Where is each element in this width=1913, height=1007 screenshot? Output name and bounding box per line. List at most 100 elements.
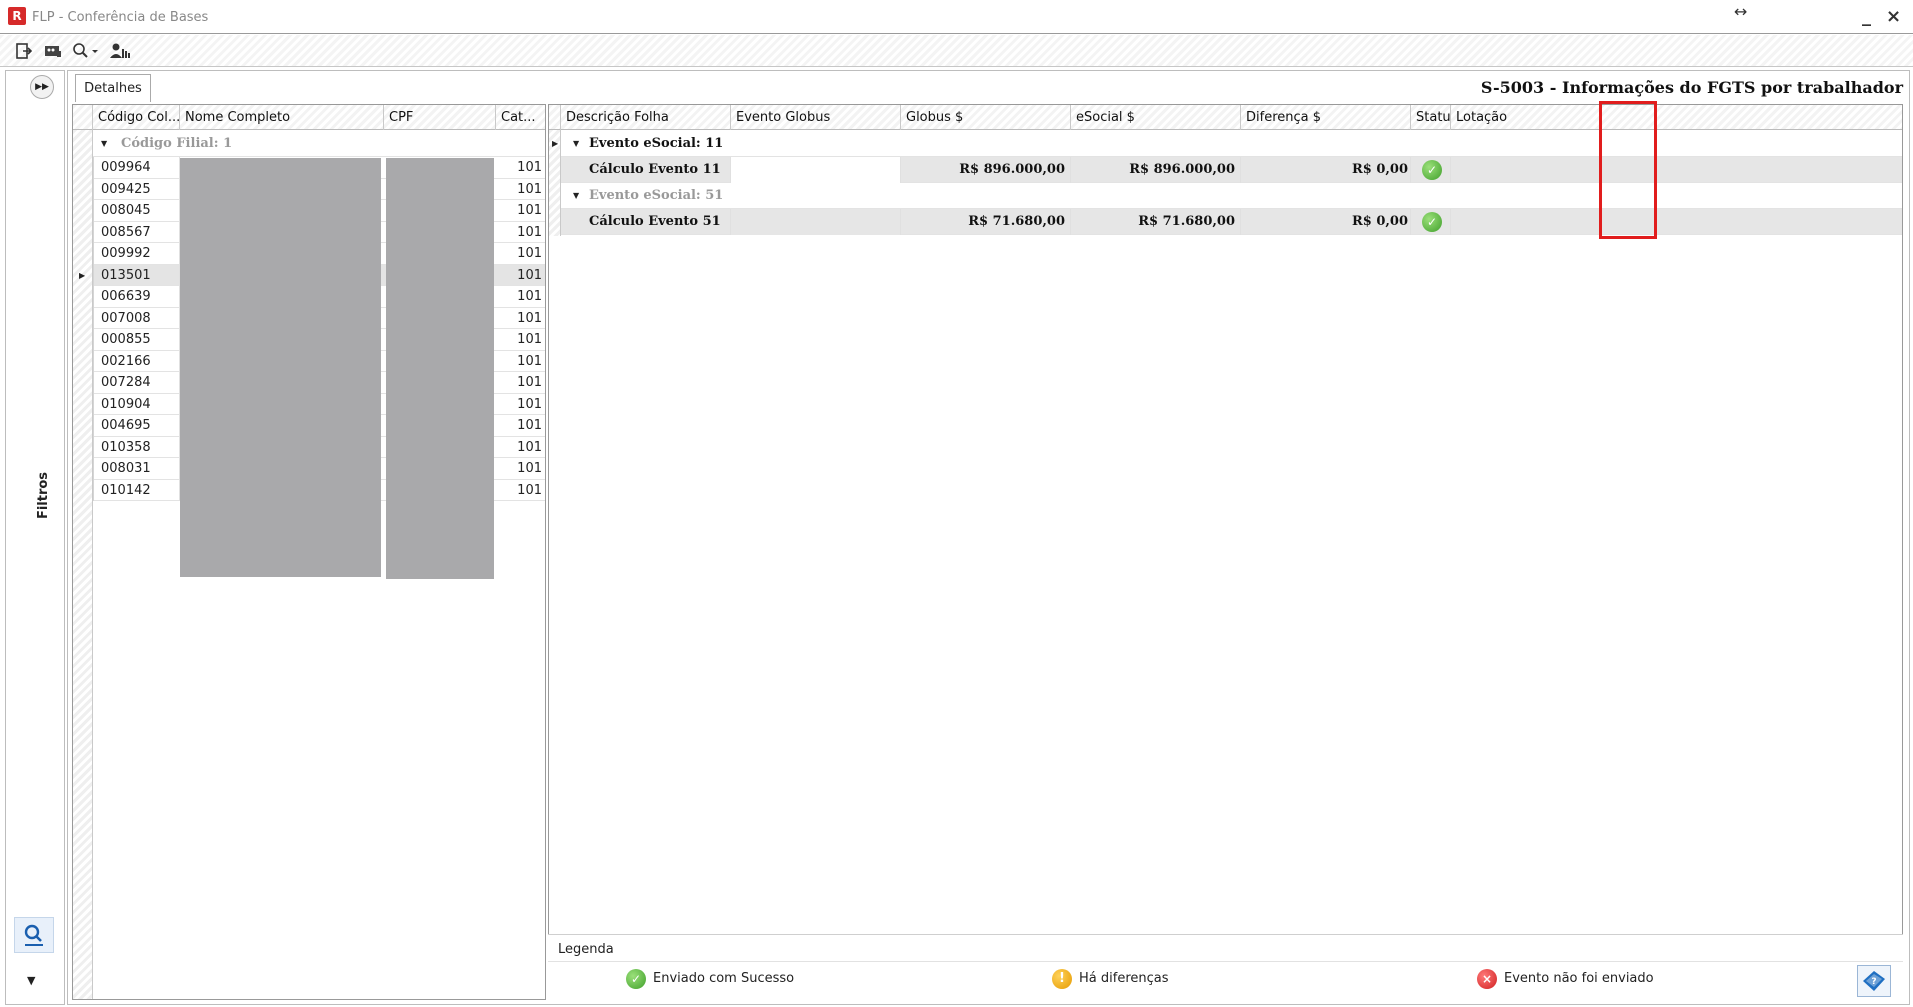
indicator-header xyxy=(73,105,93,130)
minimize-button[interactable]: _ xyxy=(1862,6,1871,27)
table-row[interactable]: Cálculo Evento 11 R$ 896.000,00 R$ 896.0… xyxy=(561,157,1902,183)
cell-codigo: 006639 xyxy=(93,286,180,308)
cell-codigo: 008031 xyxy=(93,458,180,480)
legend-panel: Legenda ✓ Enviado com Sucesso ! Há difer… xyxy=(548,934,1903,1000)
legend-label: Evento não foi enviado xyxy=(1504,971,1654,986)
cell-cat: 101 xyxy=(517,224,542,240)
cell-globus: R$ 71.680,00 xyxy=(901,209,1071,235)
check-icon: ✓ xyxy=(1422,160,1442,180)
exit-icon[interactable] xyxy=(13,40,35,62)
grid-header: Descrição Folha Evento Globus Globus $ e… xyxy=(549,105,1902,130)
cell-codigo: 008045 xyxy=(93,200,180,222)
cell-codigo: 002166 xyxy=(93,350,180,372)
page-title: S-5003 - Informações do FGTS por trabalh… xyxy=(1480,78,1903,97)
cell-cat: 101 xyxy=(517,461,542,476)
group-label: Evento eSocial: 11 xyxy=(589,136,724,151)
collapse-caret-icon[interactable]: ▼ xyxy=(573,183,579,209)
error-icon: × xyxy=(1477,969,1497,989)
filters-label[interactable]: Filtros xyxy=(36,472,51,519)
cell-codigo: 007008 xyxy=(93,307,180,329)
svg-text:?: ? xyxy=(1871,977,1876,987)
cell-codigo: 010142 xyxy=(93,479,180,501)
masked-cpfs xyxy=(386,158,494,579)
cell-codigo: 013501 xyxy=(93,264,180,286)
cell-status: ✓ xyxy=(1411,157,1451,183)
cell-codigo: 010358 xyxy=(93,436,180,458)
cell-cat: 101 xyxy=(517,482,542,498)
check-icon: ✓ xyxy=(1422,212,1442,232)
cell-cat: 101 xyxy=(517,203,542,218)
column-globus[interactable]: Globus $ xyxy=(901,105,1071,130)
cell-cat: 101 xyxy=(517,418,542,433)
search-filter-button[interactable] xyxy=(14,917,54,953)
column-esocial[interactable]: eSocial $ xyxy=(1071,105,1241,130)
events-grid: Descrição Folha Evento Globus Globus $ e… xyxy=(548,104,1903,957)
group-row-evento-51[interactable]: ▼ Evento eSocial: 51 xyxy=(561,183,1902,209)
cell-descricao: Cálculo Evento 51 xyxy=(561,209,731,235)
grid-header: Código Col... Nome Completo CPF Cat... xyxy=(73,105,545,130)
expand-filters-button[interactable]: ▶▶ xyxy=(30,75,54,99)
group-row[interactable]: ▼ Código Filial: 1 xyxy=(93,131,545,157)
column-lotacao[interactable]: Lotação xyxy=(1451,105,1902,130)
cell-status: ✓ xyxy=(1411,209,1451,235)
help-button[interactable]: ? xyxy=(1857,965,1891,997)
search-dropdown-icon[interactable] xyxy=(71,40,101,62)
chevron-down-icon[interactable]: ▼ xyxy=(27,974,35,987)
legend-title: Legenda xyxy=(558,942,614,957)
column-evento-globus[interactable]: Evento Globus xyxy=(731,105,901,130)
collapse-caret-icon[interactable]: ▼ xyxy=(573,131,579,157)
cell-cat: 101 xyxy=(517,439,542,455)
cell-diferenca: R$ 0,00 xyxy=(1241,157,1411,183)
indicator-header xyxy=(549,105,561,130)
cell-codigo: 009992 xyxy=(93,243,180,265)
cell-esocial: R$ 896.000,00 xyxy=(1071,157,1241,183)
cell-codigo: 007284 xyxy=(93,372,180,394)
help-book-icon: ? xyxy=(1863,971,1885,991)
tab-detalhes[interactable]: Detalhes xyxy=(75,74,151,102)
check-icon: ✓ xyxy=(626,969,646,989)
image-icon[interactable] xyxy=(42,40,64,62)
column-nome[interactable]: Nome Completo xyxy=(180,105,384,130)
row-indicator-column xyxy=(73,130,93,999)
column-codigo[interactable]: Código Col... xyxy=(93,105,180,130)
cell-cat: 101 xyxy=(517,353,542,369)
cell-codigo: 009425 xyxy=(93,178,180,200)
users-icon[interactable] xyxy=(109,40,131,62)
table-row[interactable]: Cálculo Evento 51 R$ 71.680,00 R$ 71.680… xyxy=(561,209,1902,235)
group-row-evento-11[interactable]: ▼ Evento eSocial: 11 xyxy=(561,131,1902,157)
row-pointer-icon: ▶ xyxy=(552,139,559,148)
column-cpf[interactable]: CPF xyxy=(384,105,496,130)
cell-cat: 101 xyxy=(517,396,542,412)
cell-cat: 101 xyxy=(517,181,542,197)
cell-codigo: 004695 xyxy=(93,415,180,437)
close-button[interactable]: × xyxy=(1886,6,1901,27)
cell-cat: 101 xyxy=(517,246,542,261)
cell-descricao: Cálculo Evento 11 xyxy=(561,157,731,183)
cell-evento-globus xyxy=(731,209,901,235)
cell-codigo: 009964 xyxy=(93,157,180,179)
collapse-caret-icon[interactable]: ▼ xyxy=(101,131,107,157)
toolbar xyxy=(0,35,1913,67)
row-pointer-icon: ▶ xyxy=(79,270,86,280)
legend-label: Há diferenças xyxy=(1079,971,1169,986)
window-title: FLP - Conferência de Bases xyxy=(32,10,209,25)
filter-panel xyxy=(5,70,65,1005)
cell-cat: 101 xyxy=(517,267,542,283)
resize-arrows-icon[interactable]: ↔ xyxy=(1734,2,1747,21)
cell-cat: 101 xyxy=(517,375,542,390)
cell-evento-globus xyxy=(731,157,901,183)
cell-codigo: 010904 xyxy=(93,393,180,415)
cell-cat: 101 xyxy=(517,310,542,326)
column-diferenca[interactable]: Diferença $ xyxy=(1241,105,1411,130)
cell-cat: 101 xyxy=(517,160,542,175)
column-status[interactable]: Status xyxy=(1411,105,1451,130)
cell-cat: 101 xyxy=(517,332,542,347)
title-bar: R FLP - Conferência de Bases ↔ _ × xyxy=(0,0,1913,34)
cell-diferenca: R$ 0,00 xyxy=(1241,209,1411,235)
masked-names xyxy=(180,158,381,577)
column-cat[interactable]: Cat... xyxy=(496,105,545,130)
magnifier-icon xyxy=(24,924,43,946)
cell-codigo: 008567 xyxy=(93,221,180,243)
column-descricao[interactable]: Descrição Folha xyxy=(561,105,731,130)
cell-codigo: 000855 xyxy=(93,329,180,351)
